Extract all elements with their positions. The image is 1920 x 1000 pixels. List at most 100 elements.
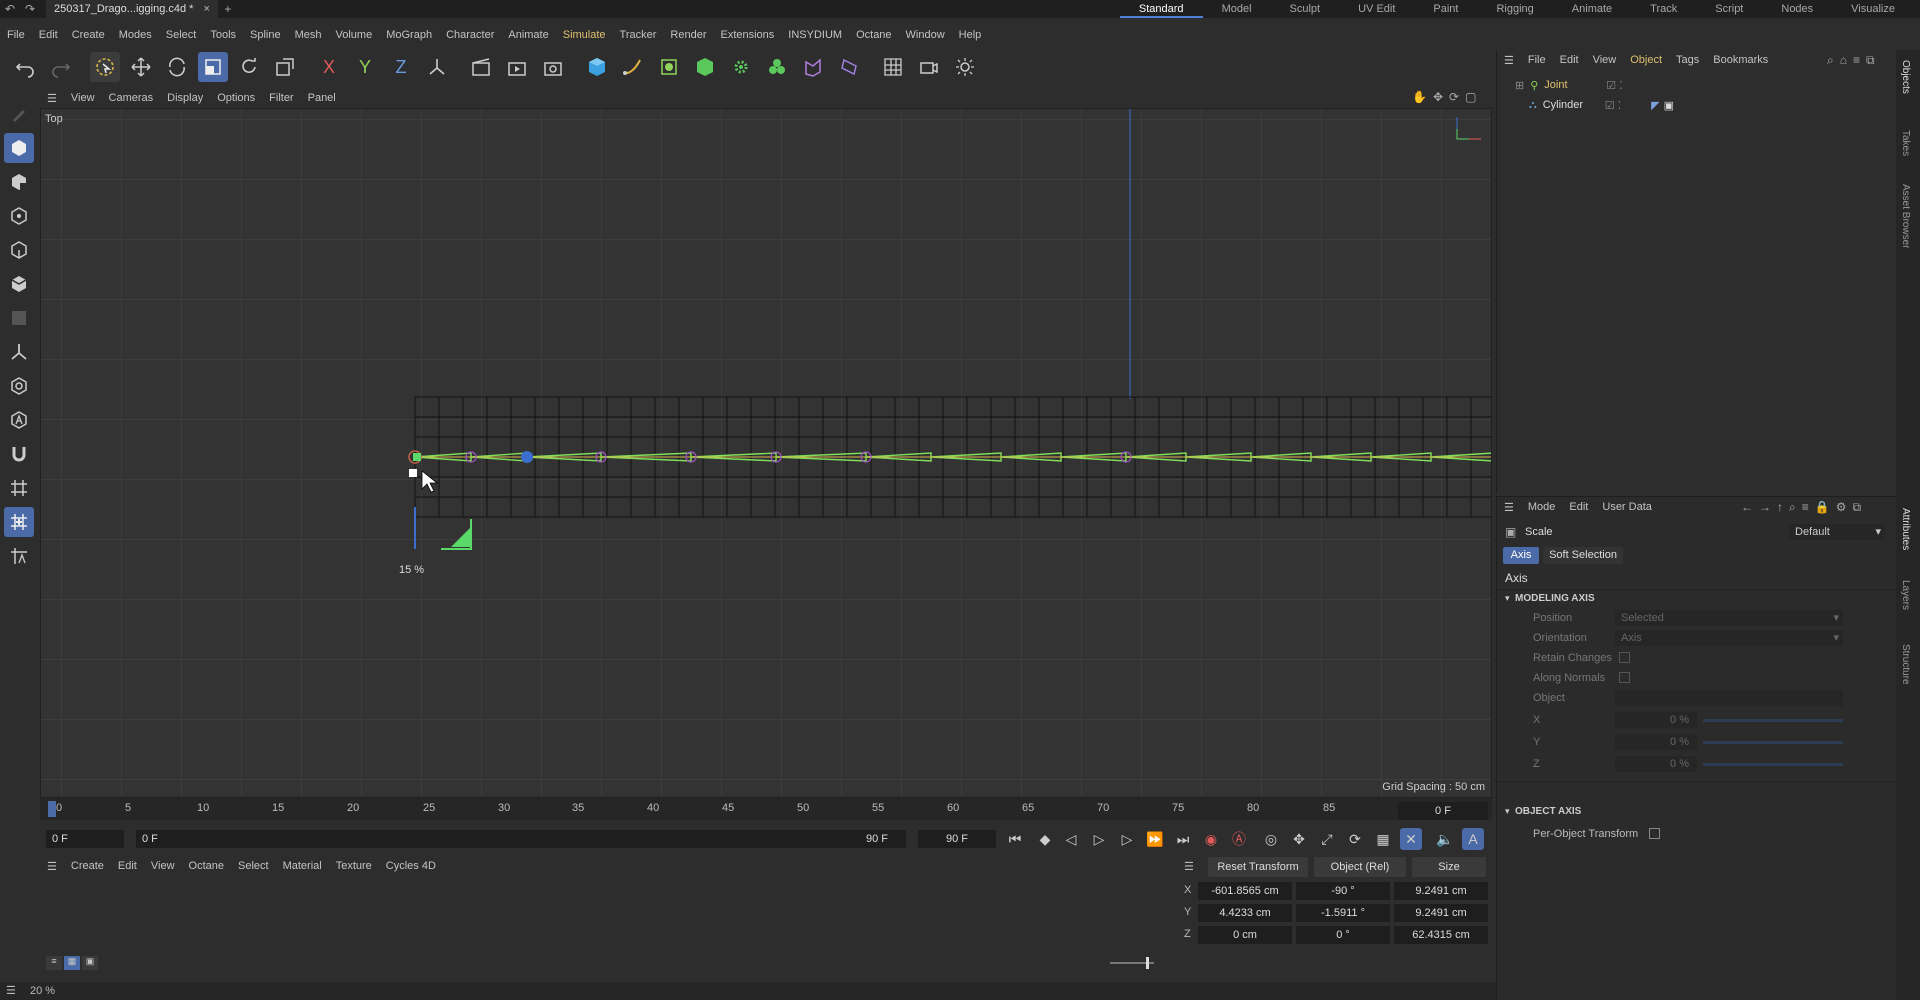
viewport-menu-panel[interactable]: Panel bbox=[301, 92, 343, 104]
attribute-menu-mode[interactable]: Mode bbox=[1521, 501, 1563, 513]
along-normals-checkbox[interactable] bbox=[1619, 672, 1630, 683]
points-mode-button[interactable] bbox=[4, 201, 34, 231]
maximize-view-icon[interactable]: ▢ bbox=[1465, 90, 1476, 104]
tab-soft-selection[interactable]: Soft Selection bbox=[1543, 547, 1623, 564]
viewport-menu-filter[interactable]: Filter bbox=[262, 92, 300, 104]
animation-mode-button[interactable] bbox=[4, 405, 34, 435]
attribute-menu-user-data[interactable]: User Data bbox=[1595, 501, 1659, 513]
timeline-ruler[interactable]: 0 5 10 15 20 25 30 35 40 45 50 55 60 65 … bbox=[40, 798, 1492, 820]
viewport-menu-icon[interactable]: ☰ bbox=[40, 92, 64, 105]
start-frame-field[interactable]: 0 F bbox=[46, 830, 124, 848]
rotate-tool-button[interactable] bbox=[162, 52, 192, 82]
position-z-field[interactable]: 0 cm bbox=[1198, 926, 1292, 944]
axis-y-field[interactable]: 0 % bbox=[1615, 734, 1697, 750]
menu-edit[interactable]: Edit bbox=[32, 26, 65, 44]
layout-uv-edit[interactable]: UV Edit bbox=[1339, 0, 1414, 18]
timeline-mode-icon[interactable]: A bbox=[1462, 828, 1484, 850]
model-mode-button[interactable] bbox=[4, 133, 34, 163]
viewport-menu-options[interactable]: Options bbox=[210, 92, 262, 104]
coordinate-mode-select[interactable]: Object (Rel) bbox=[1314, 857, 1406, 877]
object-menu-edit[interactable]: Edit bbox=[1553, 54, 1586, 66]
lock-x-button[interactable]: X bbox=[314, 52, 344, 82]
rotate-button[interactable] bbox=[234, 52, 264, 82]
material-menu-icon[interactable]: ☰ bbox=[40, 860, 64, 873]
orbit-icon[interactable]: ⟳ bbox=[1449, 90, 1459, 104]
key-rotation-icon[interactable]: ⟳ bbox=[1344, 828, 1366, 850]
per-object-transform-checkbox[interactable] bbox=[1649, 828, 1660, 839]
rotation-p-field[interactable]: -1.5911 ° bbox=[1296, 904, 1390, 922]
axis-x-slider[interactable] bbox=[1703, 719, 1843, 722]
object-menu-view[interactable]: View bbox=[1586, 54, 1624, 66]
menu-render[interactable]: Render bbox=[663, 26, 713, 44]
go-to-start-icon[interactable]: ⏮ bbox=[1004, 828, 1026, 850]
solo-button[interactable] bbox=[4, 371, 34, 401]
viewport-menu-display[interactable]: Display bbox=[160, 92, 210, 104]
layout-rigging[interactable]: Rigging bbox=[1477, 0, 1552, 18]
previous-frame-icon[interactable]: ◁ bbox=[1060, 828, 1082, 850]
light-button[interactable] bbox=[950, 52, 980, 82]
key-scale-icon[interactable]: ⤢ bbox=[1316, 828, 1338, 850]
menu-modes[interactable]: Modes bbox=[112, 26, 159, 44]
close-tab-icon[interactable]: × bbox=[203, 3, 209, 15]
key-parameter-icon[interactable]: ▦ bbox=[1372, 828, 1394, 850]
size-x-field[interactable]: 9.2491 cm bbox=[1394, 882, 1488, 900]
menu-volume[interactable]: Volume bbox=[329, 26, 380, 44]
collapse-icon[interactable]: ▾ bbox=[1505, 806, 1510, 817]
layout-track[interactable]: Track bbox=[1631, 0, 1696, 18]
preview-range-slider[interactable]: 0 F 90 F bbox=[136, 830, 906, 848]
size-z-field[interactable]: 62.4315 cm bbox=[1394, 926, 1488, 944]
collapse-icon[interactable]: ▾ bbox=[1505, 593, 1510, 604]
layout-visualize[interactable]: Visualize bbox=[1832, 0, 1914, 18]
camera-button[interactable] bbox=[914, 52, 944, 82]
record-icon[interactable]: ◉ bbox=[1200, 828, 1222, 850]
uv-mode-button[interactable] bbox=[4, 303, 34, 333]
cloner-button[interactable] bbox=[726, 52, 756, 82]
menu-file[interactable]: File bbox=[0, 26, 32, 44]
layout-paint[interactable]: Paint bbox=[1414, 0, 1477, 18]
cube-button[interactable] bbox=[582, 52, 612, 82]
object-menu-tags[interactable]: Tags bbox=[1669, 54, 1706, 66]
material-menu-view[interactable]: View bbox=[144, 860, 182, 872]
menu-mograph[interactable]: MoGraph bbox=[379, 26, 439, 44]
current-frame-field[interactable]: 0 F bbox=[1398, 802, 1488, 820]
list-view-icon[interactable]: ≡ bbox=[46, 956, 62, 970]
snap-button[interactable] bbox=[4, 507, 34, 537]
menu-character[interactable]: Character bbox=[439, 26, 501, 44]
go-to-end-icon[interactable]: ⏭ bbox=[1172, 828, 1194, 850]
previous-key-icon[interactable]: ◆ bbox=[1034, 828, 1056, 850]
side-tab-layers[interactable]: Layers bbox=[1900, 580, 1911, 610]
undo-button[interactable] bbox=[10, 52, 40, 82]
layout-script[interactable]: Script bbox=[1696, 0, 1762, 18]
play-icon[interactable]: ▷ bbox=[1088, 828, 1110, 850]
object-menu-file[interactable]: File bbox=[1521, 54, 1553, 66]
visibility-dots-icon[interactable]: ☑ ⁚ bbox=[1605, 99, 1621, 112]
next-frame-icon[interactable]: ▷ bbox=[1116, 828, 1138, 850]
viewport-menu-cameras[interactable]: Cameras bbox=[102, 92, 161, 104]
position-y-field[interactable]: 4.4233 cm bbox=[1198, 904, 1292, 922]
forward-arrow-icon[interactable]: → bbox=[1759, 500, 1771, 515]
material-tag-icon[interactable]: ▣ bbox=[1664, 99, 1674, 112]
size-y-field[interactable]: 9.2491 cm bbox=[1394, 904, 1488, 922]
axis-mode-button[interactable] bbox=[4, 337, 34, 367]
coordinate-system-button[interactable] bbox=[422, 52, 452, 82]
magnet-button[interactable] bbox=[4, 439, 34, 469]
material-zoom-slider[interactable] bbox=[1110, 957, 1154, 969]
grid-button[interactable] bbox=[878, 52, 908, 82]
undo-icon[interactable]: ↶ bbox=[0, 2, 20, 16]
pen-button[interactable] bbox=[618, 52, 648, 82]
redo-button[interactable] bbox=[46, 52, 76, 82]
search-icon[interactable]: ⌕ bbox=[1789, 500, 1796, 515]
menu-extensions[interactable]: Extensions bbox=[713, 26, 781, 44]
layout-standard[interactable]: Standard bbox=[1119, 0, 1203, 18]
snap-settings-button[interactable] bbox=[4, 541, 34, 571]
side-tab-objects[interactable]: Objects bbox=[1900, 60, 1911, 94]
lock-y-button[interactable]: Y bbox=[350, 52, 380, 82]
new-window-icon[interactable]: ⧉ bbox=[1852, 500, 1861, 515]
retain-changes-checkbox[interactable] bbox=[1619, 652, 1630, 663]
rotation-h-field[interactable]: -90 ° bbox=[1296, 882, 1390, 900]
menu-tracker[interactable]: Tracker bbox=[613, 26, 664, 44]
reset-transform-button[interactable]: Reset Transform bbox=[1208, 857, 1308, 877]
workplane-button[interactable] bbox=[4, 473, 34, 503]
deformer-button[interactable] bbox=[798, 52, 828, 82]
orientation-select[interactable]: Axis ▾ bbox=[1615, 630, 1843, 646]
